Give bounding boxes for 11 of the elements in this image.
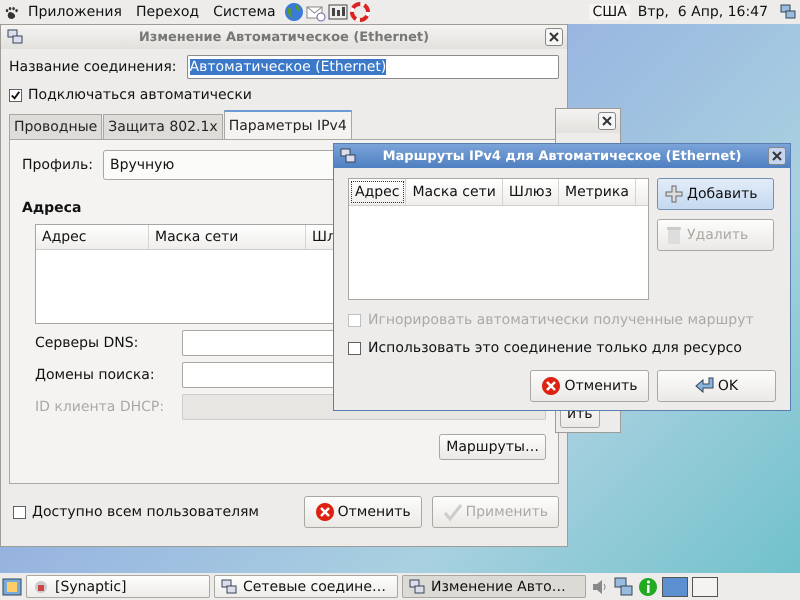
field-label: Домены поиска: (35, 367, 156, 383)
checkbox-label: Игнорировать автоматически полученные маршрут (368, 312, 754, 328)
field-label: ID клиента DHCP: (35, 399, 166, 415)
field-label: Название соединения: (9, 59, 177, 75)
window-title: Изменение Автоматическое (Ethernet) (138, 30, 430, 44)
field-label: Профиль: (22, 157, 93, 173)
section-heading: Адреса (22, 200, 82, 216)
field-label: Серверы DNS: (35, 335, 140, 351)
checkbox-label: Подключаться автоматически (28, 87, 252, 103)
checkbox-label: Доступно всем пользователям (32, 504, 259, 520)
checkbox-label: Использовать это соединение только для ресурсо (368, 340, 742, 356)
